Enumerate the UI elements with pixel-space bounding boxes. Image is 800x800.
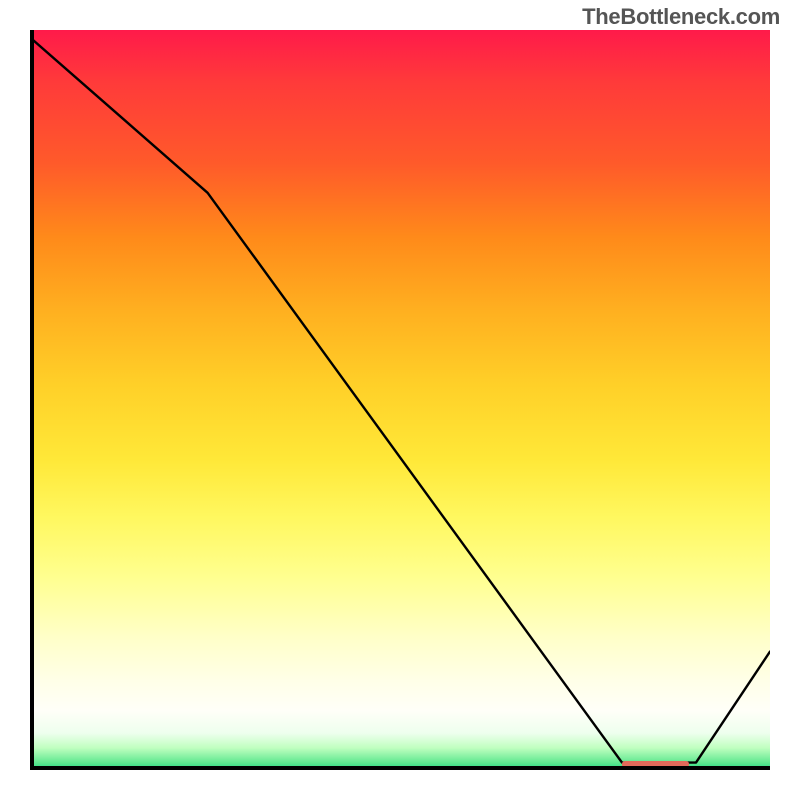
plot-area <box>30 30 770 770</box>
chart-container: TheBottleneck.com <box>0 0 800 800</box>
attribution-text: TheBottleneck.com <box>582 4 780 30</box>
highlight-marker <box>622 761 689 768</box>
line-plot-svg <box>30 30 770 770</box>
data-line <box>30 37 770 762</box>
